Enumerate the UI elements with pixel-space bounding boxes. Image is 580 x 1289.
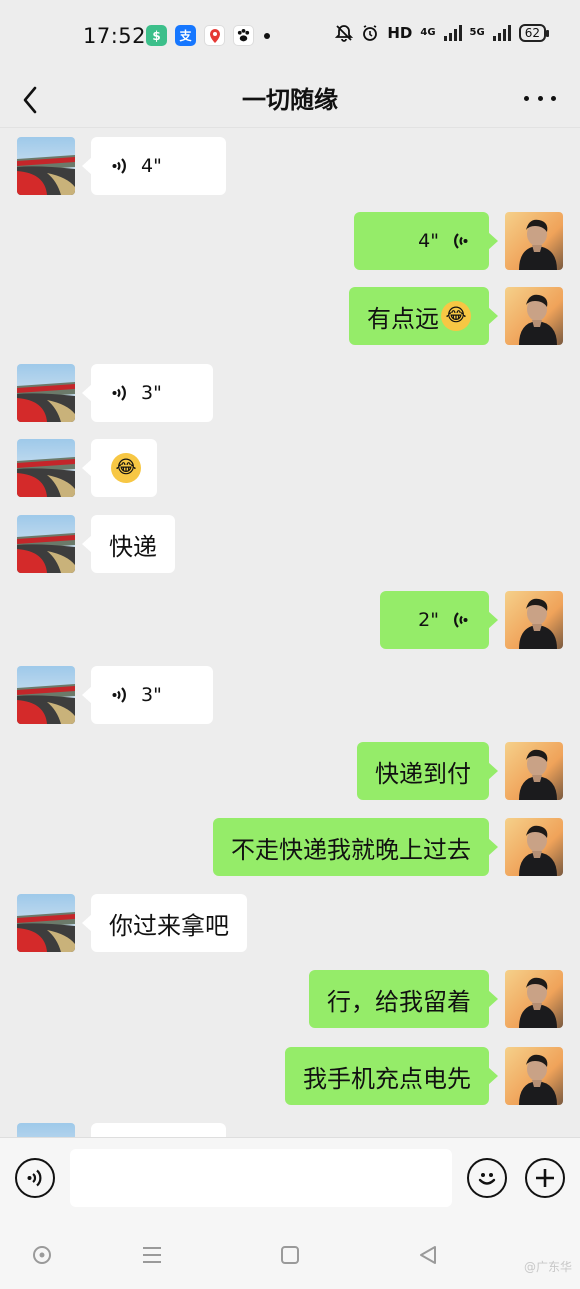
- more-options-button[interactable]: [524, 86, 556, 110]
- voice-duration: 3": [141, 382, 162, 404]
- contact-avatar[interactable]: [17, 364, 75, 422]
- hd-label: HD: [387, 24, 413, 42]
- voice-message-bubble[interactable]: 3": [82, 666, 213, 724]
- more-dot: [524, 95, 529, 101]
- my-avatar[interactable]: [505, 818, 563, 876]
- text-message-bubble[interactable]: 不走快递我就晚上过去: [213, 818, 498, 876]
- message-list[interactable]: 4" 4" 有点远 😂 3" 😂 快递 2" 3" 快递到付 不走快递我就晚上过…: [0, 129, 580, 1137]
- text-message-bubble[interactable]: 我手机充点电先: [285, 1047, 498, 1105]
- map-pin-icon: [204, 25, 225, 46]
- tears-of-joy-emoji-icon: 😂: [441, 301, 471, 331]
- voice-wave-icon: [454, 612, 468, 628]
- voice-message-bubble[interactable]: 4": [82, 137, 226, 195]
- contact-avatar[interactable]: [17, 666, 75, 724]
- my-avatar[interactable]: [505, 212, 563, 270]
- emoji-button[interactable]: [467, 1158, 507, 1198]
- voice-duration: 4": [141, 155, 162, 177]
- status-bar: 17:52 $ 支 HD 4G 5G 62: [0, 0, 580, 72]
- message-text: 不走快递我就晚上过去: [231, 835, 471, 864]
- text-message-bubble[interactable]: 快递到付: [357, 742, 498, 800]
- message-bubble-partial[interactable]: [91, 1123, 226, 1137]
- back-nav-button[interactable]: [414, 1241, 442, 1269]
- battery-level: 62: [518, 24, 550, 42]
- my-avatar[interactable]: [505, 287, 563, 345]
- contact-avatar[interactable]: [17, 137, 75, 195]
- emoji-message-bubble[interactable]: 😂: [82, 439, 157, 497]
- app-notification-icon: $: [146, 25, 167, 46]
- my-avatar[interactable]: [505, 970, 563, 1028]
- more-functions-button[interactable]: [525, 1158, 565, 1198]
- home-button[interactable]: [276, 1241, 304, 1269]
- my-avatar[interactable]: [505, 742, 563, 800]
- assistant-button[interactable]: [28, 1241, 56, 1269]
- message-text: 你过来拿吧: [109, 911, 229, 940]
- contact-avatar[interactable]: [17, 515, 75, 573]
- voice-wave-icon: [112, 385, 126, 401]
- my-avatar[interactable]: [505, 1047, 563, 1105]
- more-dot: [537, 95, 543, 101]
- voice-wave-icon: [454, 233, 468, 249]
- voice-duration: 2": [418, 609, 439, 631]
- voice-message-bubble[interactable]: 4": [354, 212, 498, 270]
- message-input[interactable]: [70, 1149, 452, 1207]
- text-message-bubble[interactable]: 行，给我留着: [309, 970, 498, 1028]
- voice-wave-icon: [27, 1169, 42, 1187]
- circle-dot-icon: [33, 1246, 51, 1264]
- contact-avatar[interactable]: [17, 439, 75, 497]
- message-text: 我手机充点电先: [303, 1064, 471, 1093]
- voice-message-bubble[interactable]: 2": [380, 591, 498, 649]
- mute-bell-icon: [335, 25, 354, 42]
- system-nav-bar: @广东华: [0, 1219, 580, 1289]
- triangle-back-icon: [420, 1246, 436, 1264]
- chat-title: 一切随缘: [242, 86, 338, 114]
- recent-apps-button[interactable]: [138, 1241, 166, 1269]
- network-5g-label: 5G: [469, 27, 485, 38]
- voice-duration: 3": [141, 684, 162, 706]
- square-icon: [281, 1246, 299, 1264]
- alipay-icon: 支: [175, 25, 196, 46]
- status-app-icons: $ 支: [146, 25, 270, 46]
- status-indicators: HD 4G 5G 62: [335, 24, 550, 42]
- text-message-bubble[interactable]: 快递: [82, 515, 175, 573]
- paw-icon: [233, 25, 254, 46]
- text-message-bubble[interactable]: 你过来拿吧: [82, 894, 247, 952]
- menu-lines-icon: [143, 1247, 161, 1263]
- contact-avatar[interactable]: [17, 1123, 75, 1137]
- status-time: 17:52: [83, 24, 147, 48]
- signal-bars-icon: [492, 25, 511, 41]
- voice-message-bubble[interactable]: 3": [82, 364, 213, 422]
- voice-wave-icon: [112, 158, 126, 174]
- chat-header: 一切随缘: [0, 72, 580, 128]
- my-avatar[interactable]: [505, 591, 563, 649]
- voice-input-button[interactable]: [15, 1158, 55, 1198]
- voice-wave-icon: [112, 687, 126, 703]
- plus-icon: [536, 1169, 554, 1187]
- input-bar: [0, 1137, 580, 1219]
- tears-of-joy-emoji-icon: 😂: [111, 453, 141, 483]
- alarm-icon: [363, 25, 378, 41]
- signal-bars-icon: [443, 25, 462, 41]
- message-text: 快递到付: [375, 759, 471, 788]
- message-text: 有点远: [367, 304, 439, 333]
- watermark-text: @广东华: [523, 1260, 572, 1274]
- smiley-face-icon: [478, 1173, 496, 1185]
- network-4g-label: 4G: [420, 27, 436, 38]
- text-message-bubble[interactable]: 有点远 😂: [349, 287, 498, 345]
- contact-avatar[interactable]: [17, 894, 75, 952]
- more-dot: [551, 95, 556, 101]
- more-notifications-dot: [264, 32, 270, 39]
- message-text: 快递: [109, 532, 157, 561]
- message-text: 行，给我留着: [327, 987, 471, 1016]
- voice-duration: 4": [418, 230, 439, 252]
